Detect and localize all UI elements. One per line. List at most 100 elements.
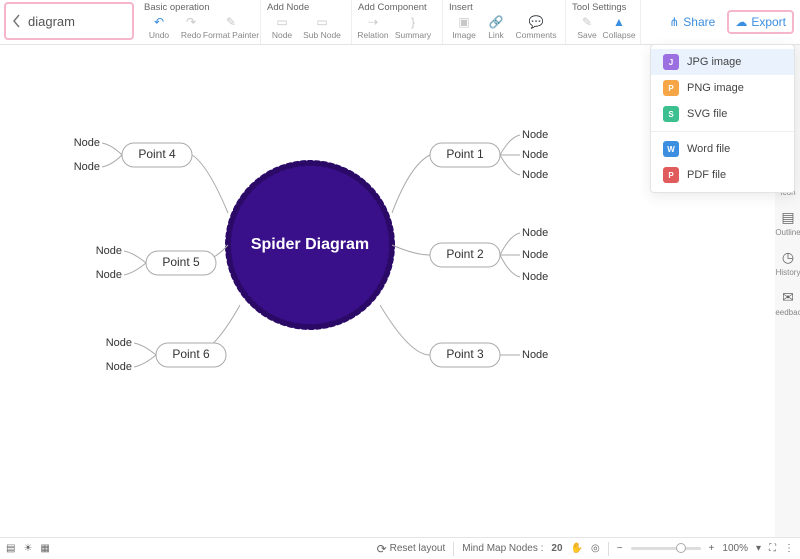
export-separator — [651, 131, 794, 132]
export-png-label: PNG image — [687, 82, 744, 94]
group-addcomp: Add Component ⇢Relation }Summary — [352, 0, 443, 44]
subnode-button[interactable]: ▭Sub Node — [299, 15, 345, 40]
p1-node-a[interactable]: Node — [522, 129, 548, 141]
sb-theme-b[interactable]: ☀ — [23, 543, 32, 554]
p2-node-b[interactable]: Node — [522, 249, 548, 261]
point-6[interactable]: Point 6 — [156, 343, 226, 367]
share-button[interactable]: ⋔ Share — [663, 12, 721, 32]
group-basic: Basic operation ↶Undo ↷Redo ✎Format Pain… — [138, 0, 261, 44]
relation-button[interactable]: ⇢Relation — [358, 15, 388, 40]
export-pdf[interactable]: P PDF file — [651, 162, 794, 188]
collapse-button[interactable]: ▲Collapse — [604, 15, 634, 40]
undo-icon: ↶ — [152, 15, 166, 29]
jpg-icon: J — [663, 54, 679, 70]
export-menu: J JPG image P PNG image S SVG file W Wor… — [650, 44, 795, 193]
export-icon: ☁ — [735, 15, 747, 29]
svg-text:Point 6: Point 6 — [172, 347, 210, 361]
group-addcomp-title: Add Component — [358, 2, 436, 13]
share-icon: ⋔ — [669, 15, 679, 29]
image-icon: ▣ — [457, 15, 471, 29]
title-text: diagram — [28, 14, 75, 29]
svg-icon: S — [663, 106, 679, 122]
pan-icon[interactable]: ✋ — [571, 543, 583, 554]
zoom-dropdown-icon[interactable]: ▾ — [756, 543, 761, 554]
svg-text:Point 1: Point 1 — [446, 147, 484, 161]
group-basic-title: Basic operation — [144, 2, 254, 13]
p2-node-c[interactable]: Node — [522, 271, 548, 283]
zoom-handle[interactable] — [676, 543, 686, 553]
save-button[interactable]: ✎Save — [572, 15, 602, 40]
share-label: Share — [683, 15, 715, 29]
p4-node-b[interactable]: Node — [74, 161, 100, 173]
zoom-level: 100% — [722, 543, 748, 554]
side-history[interactable]: ◷History — [776, 249, 800, 277]
redo-icon: ↷ — [184, 15, 198, 29]
group-settings-title: Tool Settings — [572, 2, 634, 13]
summary-button[interactable]: }Summary — [390, 15, 436, 40]
p5-node-b[interactable]: Node — [96, 269, 122, 281]
p5-node-a[interactable]: Node — [96, 245, 122, 257]
statusbar: ▤ ☀ ▦ ⟳Reset layout Mind Map Nodes : 20 … — [0, 537, 800, 559]
toolbar-groups: Basic operation ↶Undo ↷Redo ✎Format Pain… — [138, 0, 663, 44]
export-jpg-label: JPG image — [687, 56, 741, 68]
p6-node-a[interactable]: Node — [106, 337, 132, 349]
point-1[interactable]: Point 1 — [430, 143, 500, 167]
title-input[interactable]: diagram — [4, 2, 134, 40]
export-svg-label: SVG file — [687, 108, 727, 120]
redo-button[interactable]: ↷Redo — [176, 15, 206, 40]
subnode-icon: ▭ — [315, 15, 329, 29]
export-svg[interactable]: S SVG file — [651, 101, 794, 127]
p3-node-a[interactable]: Node — [522, 349, 548, 361]
p1-node-c[interactable]: Node — [522, 169, 548, 181]
svg-text:Point 2: Point 2 — [446, 247, 484, 261]
word-icon: W — [663, 141, 679, 157]
point-2[interactable]: Point 2 — [430, 243, 500, 267]
zoom-slider[interactable] — [631, 547, 701, 550]
comments-icon: 💬 — [529, 15, 543, 29]
insert-comments-button[interactable]: 💬Comments — [513, 15, 559, 40]
sb-theme-a[interactable]: ▤ — [6, 543, 15, 554]
point-4[interactable]: Point 4 — [122, 143, 192, 167]
fullscreen-button[interactable]: ⛶ — [769, 543, 776, 554]
center-node[interactable]: Spider Diagram — [228, 163, 392, 327]
back-icon[interactable] — [12, 14, 22, 28]
group-settings: Tool Settings ✎Save ▲Collapse — [566, 0, 641, 44]
svg-text:Point 4: Point 4 — [138, 147, 176, 161]
format-painter-button[interactable]: ✎Format Painter — [208, 15, 254, 40]
insert-link-button[interactable]: 🔗Link — [481, 15, 511, 40]
point-3[interactable]: Point 3 — [430, 343, 500, 367]
more-button[interactable]: ⋮ — [784, 543, 794, 554]
node-icon: ▭ — [275, 15, 289, 29]
export-label: Export — [751, 15, 786, 29]
export-word[interactable]: W Word file — [651, 136, 794, 162]
group-insert-title: Insert — [449, 2, 559, 13]
p1-node-b[interactable]: Node — [522, 149, 548, 161]
side-outline[interactable]: ▤Outline — [775, 209, 800, 237]
p2-node-a[interactable]: Node — [522, 227, 548, 239]
insert-image-button[interactable]: ▣Image — [449, 15, 479, 40]
undo-button[interactable]: ↶Undo — [144, 15, 174, 40]
pdf-icon: P — [663, 167, 679, 183]
save-icon: ✎ — [580, 15, 594, 29]
export-button[interactable]: ☁ Export — [727, 10, 794, 34]
zoom-out-button[interactable]: − — [617, 543, 623, 554]
relation-icon: ⇢ — [366, 15, 380, 29]
collapse-icon: ▲ — [612, 15, 626, 29]
sb-theme-c[interactable]: ▦ — [40, 543, 49, 554]
point-5[interactable]: Point 5 — [146, 251, 216, 275]
export-word-label: Word file — [687, 143, 730, 155]
link-icon: 🔗 — [489, 15, 503, 29]
zoom-in-button[interactable]: + — [709, 543, 715, 554]
svg-text:Point 5: Point 5 — [162, 255, 200, 269]
p4-node-a[interactable]: Node — [74, 137, 100, 149]
reset-layout-button[interactable]: ⟳Reset layout — [377, 542, 446, 556]
feedback-icon: ✉ — [782, 289, 794, 306]
target-icon[interactable]: ◎ — [591, 543, 600, 554]
export-jpg[interactable]: J JPG image — [651, 49, 794, 75]
export-png[interactable]: P PNG image — [651, 75, 794, 101]
reset-icon: ⟳ — [377, 542, 387, 556]
svg-text:Point 3: Point 3 — [446, 347, 484, 361]
addnode-button[interactable]: ▭Node — [267, 15, 297, 40]
p6-node-b[interactable]: Node — [106, 361, 132, 373]
format-painter-icon: ✎ — [224, 15, 238, 29]
